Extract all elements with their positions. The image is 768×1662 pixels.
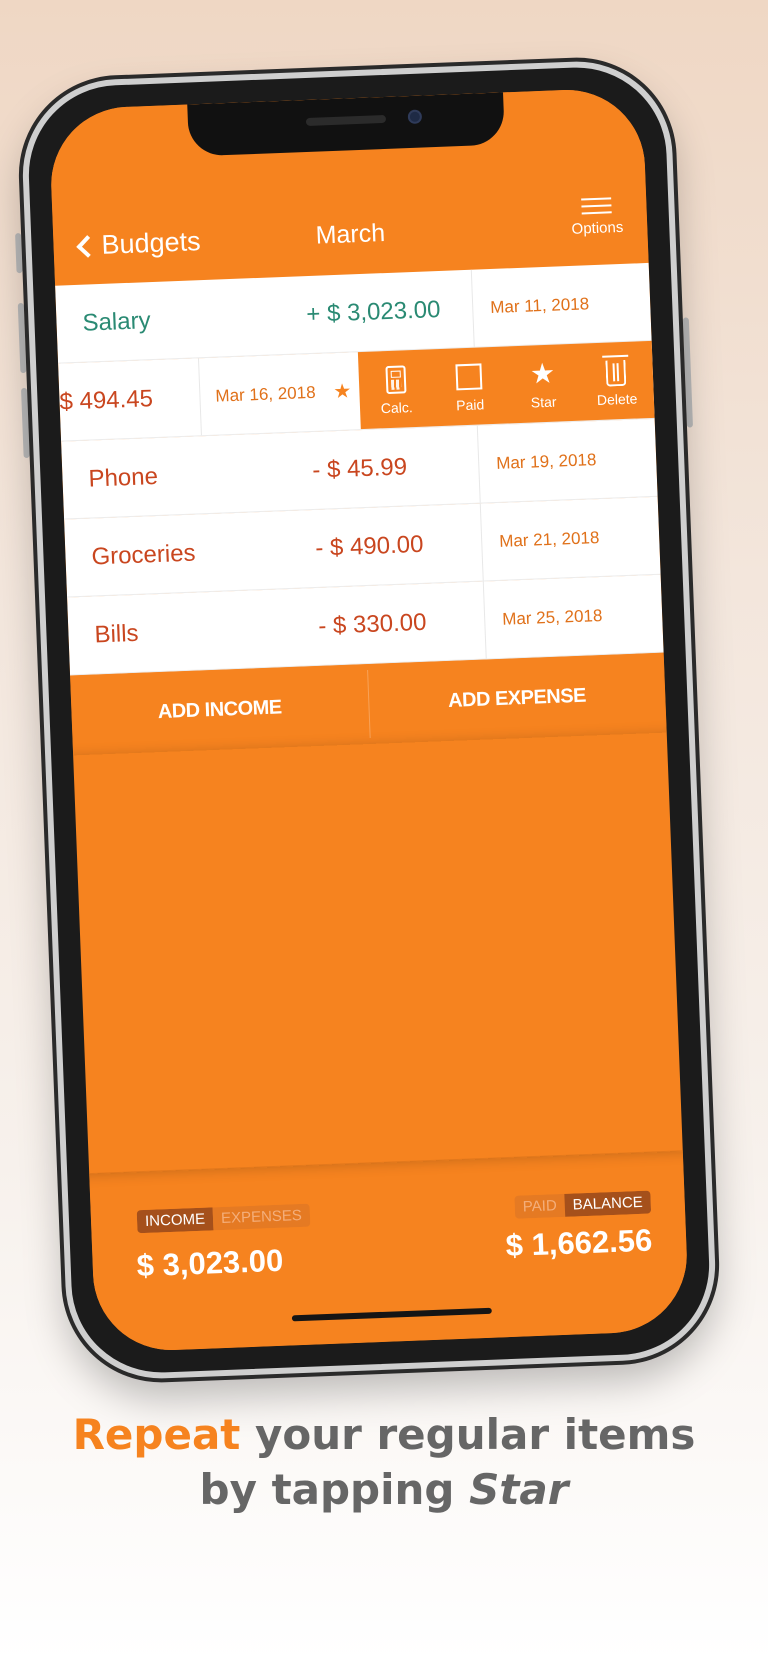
income-total: $ 3,023.00 — [136, 1242, 284, 1284]
tab-balance[interactable]: BALANCE — [564, 1190, 652, 1217]
add-expense-button[interactable]: ADD EXPENSE — [367, 653, 666, 744]
item-date: Mar 19, 2018 — [495, 449, 597, 473]
caption-star-word: Star — [469, 1464, 569, 1514]
caption-line-1: Repeat your regular items — [0, 1408, 768, 1463]
calculator-icon — [385, 364, 407, 394]
tab-paid[interactable]: PAID — [514, 1193, 566, 1219]
star-icon: ★ — [529, 357, 556, 390]
star-label: Star — [530, 393, 557, 411]
paid-balance-toggle: PAID BALANCE — [514, 1190, 652, 1219]
divider — [482, 581, 487, 659]
checkbox-icon — [455, 362, 483, 390]
divider — [470, 269, 475, 347]
transaction-list: Salary + $ 3,023.00 Mar 11, 2018 $ 494.4… — [55, 262, 664, 676]
add-income-button[interactable]: ADD INCOME — [70, 664, 369, 755]
caption-line2-pre: by tapping — [199, 1464, 470, 1514]
power-button — [682, 317, 694, 428]
volume-down-button — [21, 387, 30, 459]
item-amount: - $ 45.99 — [311, 452, 408, 484]
phone-mockup: Budgets March Options Salary + $ 3,023.0… — [15, 58, 719, 1382]
page-title: March — [315, 219, 386, 250]
item-date: Mar 21, 2018 — [498, 527, 600, 551]
phone-frame: Budgets March Options Salary + $ 3,023.0… — [19, 58, 719, 1382]
income-expenses-toggle: INCOME EXPENSES — [136, 1203, 311, 1234]
totals-footer: INCOME EXPENSES $ 3,023.00 PAID BALANCE … — [89, 1150, 690, 1353]
divider — [479, 503, 484, 581]
delete-button[interactable]: Delete — [584, 354, 648, 408]
item-amount: $ 494.45 — [59, 384, 154, 416]
menu-icon — [581, 197, 612, 215]
caption-highlight: Repeat — [72, 1410, 241, 1459]
home-indicator — [291, 1307, 492, 1322]
volume-up-button — [17, 302, 27, 374]
camera-icon — [407, 109, 423, 125]
speaker — [305, 114, 387, 126]
options-label: Options — [571, 218, 624, 238]
trash-icon — [605, 359, 627, 387]
divider — [476, 425, 481, 503]
item-name: Groceries — [91, 539, 196, 571]
calc-label: Calc. — [380, 398, 414, 416]
tab-income[interactable]: INCOME — [136, 1207, 214, 1234]
item-date: Mar 16, 2018 — [215, 382, 316, 406]
item-name: Bills — [93, 619, 140, 648]
item-amount: - $ 330.00 — [317, 608, 427, 640]
app-screen: Budgets March Options Salary + $ 3,023.0… — [48, 87, 690, 1353]
calc-button[interactable]: Calc. — [364, 362, 428, 416]
divider — [197, 358, 202, 436]
promo-caption: Repeat your regular items by tapping Sta… — [0, 1408, 768, 1517]
item-name: Phone — [88, 462, 159, 493]
paid-button[interactable]: Paid — [438, 359, 502, 413]
swipe-actions: Calc. Paid ★ Star Delete — [357, 340, 655, 430]
delete-label: Delete — [596, 389, 638, 408]
starred-star-icon: ★ — [332, 380, 352, 404]
options-button[interactable]: Options — [570, 192, 624, 238]
mute-switch — [15, 232, 23, 274]
item-date: Mar 11, 2018 — [489, 293, 590, 317]
balance-total: $ 1,662.56 — [505, 1222, 653, 1264]
item-amount: - $ 490.00 — [314, 530, 424, 562]
star-button[interactable]: ★ Star — [511, 356, 575, 410]
caption-line1-rest: your regular items — [240, 1410, 696, 1459]
screenshot-stage: Budgets March Options Salary + $ 3,023.0… — [0, 0, 768, 1662]
caption-line-2: by tapping Star — [0, 1463, 768, 1518]
item-amount: + $ 3,023.00 — [305, 295, 441, 328]
item-name: Salary — [82, 306, 152, 337]
tab-expenses[interactable]: EXPENSES — [212, 1203, 311, 1231]
item-date: Mar 25, 2018 — [501, 605, 603, 629]
paid-label: Paid — [455, 395, 485, 413]
